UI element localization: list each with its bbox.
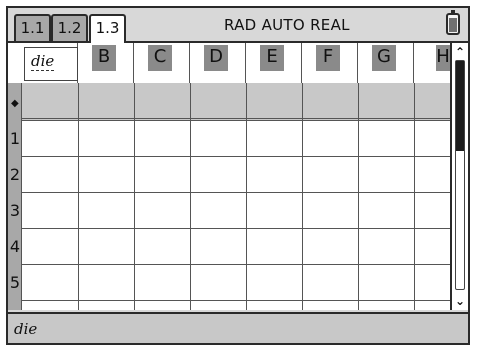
row-number-4[interactable]: 4 [8, 237, 22, 256]
formula-row[interactable] [22, 83, 450, 121]
row-number-1[interactable]: 1 [8, 129, 22, 148]
row-number-5[interactable]: 5 [8, 273, 22, 292]
table-row[interactable] [22, 229, 450, 265]
column-a-name-field[interactable]: die [24, 47, 78, 81]
column-label-h: H [436, 45, 450, 71]
column-header-c[interactable]: C [134, 43, 190, 83]
entry-line[interactable]: die [8, 312, 468, 343]
tab-1-1[interactable]: 1.1 [14, 14, 51, 41]
column-label-c: C [148, 45, 172, 71]
table-row[interactable] [22, 121, 450, 157]
column-label-b: B [92, 45, 116, 71]
tab-1-2[interactable]: 1.2 [51, 14, 88, 41]
column-header-row: B C D E F G H die [8, 43, 450, 83]
column-label-f: F [316, 45, 340, 71]
document-header: 1.1 1.2 1.3 RAD AUTO REAL [8, 8, 468, 43]
column-divider [414, 83, 415, 310]
mode-status: RAD AUTO REAL [224, 16, 350, 34]
battery-icon [446, 10, 460, 35]
column-divider [358, 83, 359, 310]
column-header-b[interactable]: B [78, 43, 134, 83]
column-label-d: D [204, 45, 228, 71]
table-row[interactable] [22, 193, 450, 229]
column-divider [302, 83, 303, 310]
row-number-3[interactable]: 3 [8, 201, 22, 220]
scroll-down-icon[interactable]: ⌄ [452, 294, 468, 308]
column-header-d[interactable]: D [190, 43, 246, 83]
scroll-track[interactable] [455, 60, 465, 290]
table-row[interactable] [22, 265, 450, 301]
formula-row-marker: ◆ [11, 98, 19, 109]
scroll-thumb[interactable] [456, 61, 464, 151]
column-a-name-text: die [31, 52, 55, 71]
row-number-2[interactable]: 2 [8, 165, 22, 184]
vertical-scrollbar[interactable]: ⌃ ⌄ [450, 43, 468, 310]
column-divider [190, 83, 191, 310]
tab-1-3[interactable]: 1.3 [89, 14, 126, 43]
column-divider [246, 83, 247, 310]
column-header-f[interactable]: F [302, 43, 358, 83]
column-divider [78, 83, 79, 310]
column-header-g[interactable]: G [358, 43, 414, 83]
column-header-h[interactable]: H [414, 43, 450, 83]
battery-level [449, 18, 457, 32]
calculator-screen: 1.1 1.2 1.3 RAD AUTO REAL B C D E F G H … [6, 6, 470, 345]
scroll-up-icon[interactable]: ⌃ [452, 45, 468, 59]
column-header-e[interactable]: E [246, 43, 302, 83]
column-label-g: G [372, 45, 396, 71]
column-label-e: E [260, 45, 284, 71]
column-divider [134, 83, 135, 310]
table-row[interactable] [22, 157, 450, 193]
entry-line-text: die [14, 320, 38, 338]
spreadsheet: B C D E F G H die ◆ 1 2 3 4 5 ⌃ ⌄ [8, 43, 468, 310]
